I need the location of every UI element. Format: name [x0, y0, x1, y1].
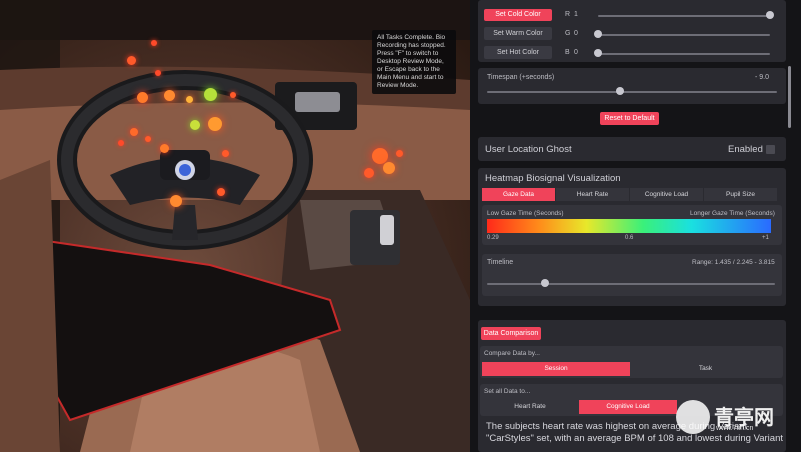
tab-cognitive-load[interactable]: Cognitive Load	[630, 188, 703, 201]
gaze-hotspot	[186, 96, 193, 103]
gaze-hotspot	[222, 150, 229, 157]
set-all-cognitive-load-option[interactable]: Cognitive Load	[579, 400, 677, 414]
gaze-hotspot	[204, 88, 217, 101]
ghost-checkbox[interactable]	[766, 145, 775, 154]
data-comparison-button[interactable]: Data Comparison	[481, 327, 541, 340]
compare-by-label: Compare Data by...	[484, 350, 540, 357]
timeline-slider-knob[interactable]	[540, 279, 549, 287]
timeline-label: Timeline	[487, 259, 514, 266]
watermark-logo	[676, 400, 710, 434]
gaze-hotspot	[396, 150, 403, 157]
blue-channel-label: B	[565, 49, 570, 56]
gradient-low-label: Low Gaze Time (Seconds)	[487, 210, 564, 217]
watermark: 青亭网 www.7tin.cn	[676, 398, 794, 438]
screen: All Tasks Complete. Bio Recording has st…	[0, 0, 801, 452]
gaze-hotspot	[155, 70, 161, 76]
green-channel-value: 0	[574, 30, 578, 37]
gaze-hotspot	[217, 188, 225, 196]
gaze-hotspot	[127, 56, 136, 65]
gaze-hotspot	[145, 136, 151, 142]
timeline-slider-track[interactable]	[487, 283, 775, 285]
gradient-min-value: 0.29	[487, 235, 499, 241]
gradient-mid-value: 0.6	[625, 235, 634, 241]
gaze-hotspot	[364, 168, 374, 178]
gaze-color-gradient	[487, 219, 771, 233]
review-settings-panel: Set Cold Color Set Warm Color Set Hot Co…	[470, 0, 801, 452]
red-slider-knob[interactable]	[766, 11, 774, 19]
gaze-hotspot	[208, 117, 222, 131]
set-warm-color-button[interactable]: Set Warm Color	[484, 27, 552, 40]
red-channel-label: R	[565, 11, 571, 18]
green-slider-knob[interactable]	[594, 30, 602, 38]
gaze-hotspot	[164, 90, 175, 101]
vr-viewport[interactable]: All Tasks Complete. Bio Recording has st…	[0, 0, 470, 452]
green-channel-label: G	[565, 30, 571, 37]
watermark-url: www.7tin.cn	[716, 425, 754, 432]
tab-gaze-data[interactable]: Gaze Data	[482, 188, 555, 201]
set-hot-color-button[interactable]: Set Hot Color	[484, 46, 552, 59]
task-complete-notice: All Tasks Complete. Bio Recording has st…	[372, 30, 456, 94]
gradient-high-label: Longer Gaze Time (Seconds)	[690, 210, 775, 217]
gaze-hotspot	[151, 40, 157, 46]
timespan-label: Timespan (+seconds)	[487, 74, 555, 81]
ghost-state: Enabled	[728, 144, 763, 155]
tab-pupil-size[interactable]: Pupil Size	[704, 188, 777, 201]
panel-scrollbar[interactable]	[788, 66, 791, 128]
gaze-hotspot	[160, 144, 169, 153]
compare-task-option[interactable]: Task	[631, 362, 780, 376]
gaze-hotspot	[170, 195, 182, 207]
set-all-label: Set all Data to...	[484, 388, 531, 395]
blue-slider-track[interactable]	[598, 53, 770, 55]
red-slider-track[interactable]	[598, 15, 770, 17]
set-cold-color-button[interactable]: Set Cold Color	[484, 9, 552, 21]
reset-to-default-button[interactable]: Reset to Default	[600, 112, 659, 125]
set-all-heart-rate-option[interactable]: Heart Rate	[482, 400, 578, 414]
gaze-hotspot	[230, 92, 236, 98]
blue-slider-knob[interactable]	[594, 49, 602, 57]
gaze-hotspot	[137, 92, 148, 103]
gradient-max-value: +1	[762, 235, 769, 241]
gaze-hotspot	[130, 128, 138, 136]
ghost-label: User Location Ghost	[485, 144, 572, 155]
green-slider-track[interactable]	[598, 34, 770, 36]
compare-session-option[interactable]: Session	[482, 362, 630, 376]
gaze-hotspot	[383, 162, 395, 174]
heatmap-title: Heatmap Biosignal Visualization	[485, 173, 621, 184]
timespan-slider-track[interactable]	[487, 91, 777, 93]
blue-channel-value: 0	[574, 49, 578, 56]
gaze-hotspot	[190, 120, 200, 130]
gaze-hotspot	[118, 140, 124, 146]
timespan-value: - 9.0	[755, 74, 770, 81]
timeline-range: Range: 1.435 / 2.245 - 3.815	[692, 259, 775, 266]
red-channel-value: 1	[574, 11, 578, 18]
tab-heart-rate[interactable]: Heart Rate	[556, 188, 629, 201]
